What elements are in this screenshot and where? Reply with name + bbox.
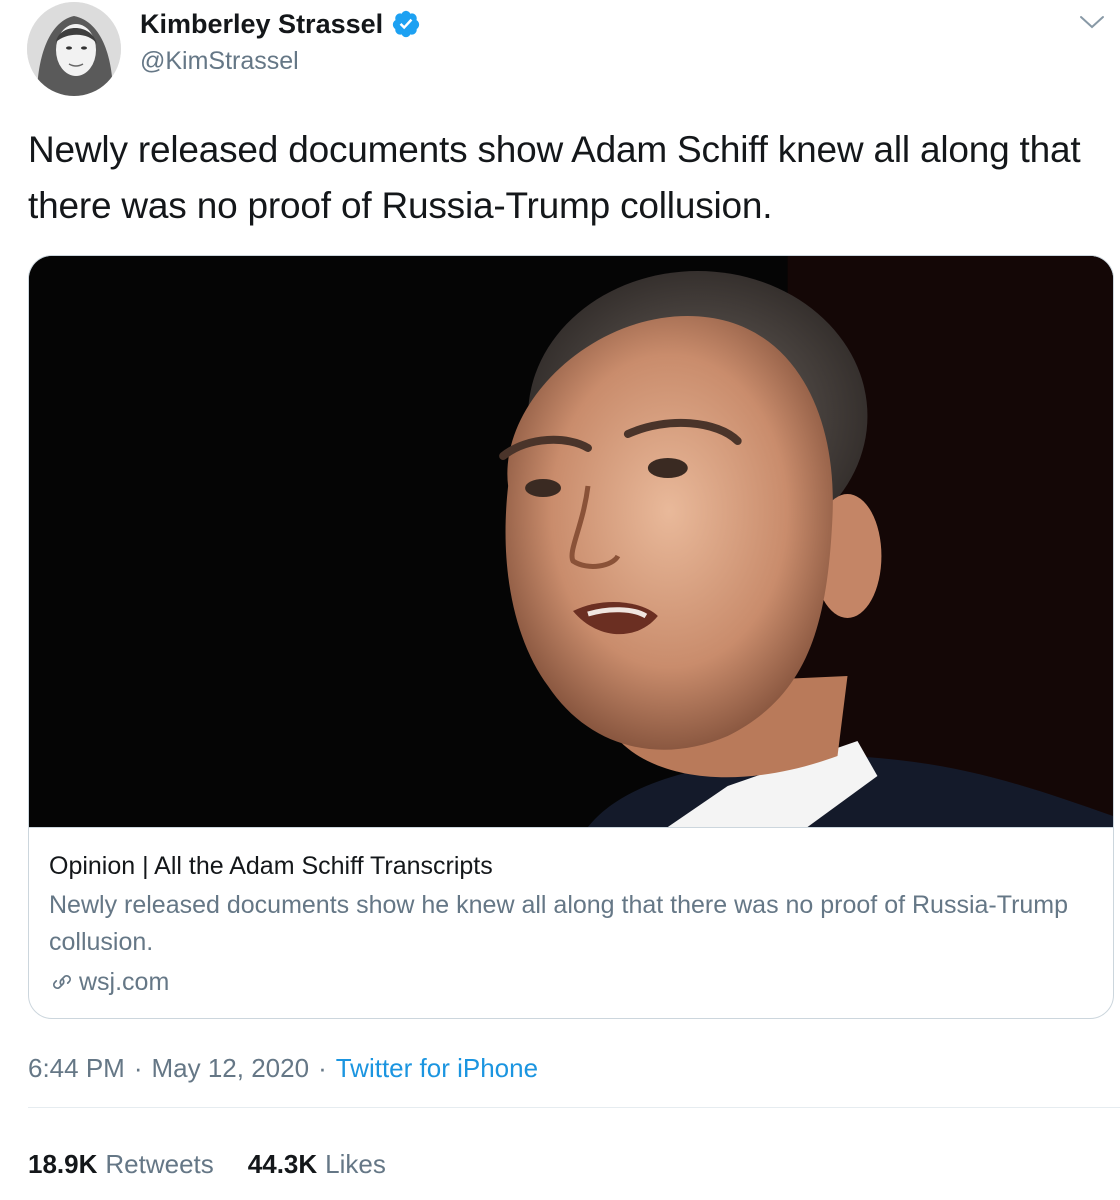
author-row: Kimberley Strassel — [140, 4, 421, 44]
link-preview-card[interactable]: Opinion | All the Adam Schiff Transcript… — [28, 255, 1114, 1019]
avatar[interactable] — [27, 2, 121, 96]
tweet-time[interactable]: 6:44 PM — [28, 1050, 125, 1086]
chevron-down-icon — [1080, 16, 1104, 29]
retweets-count: 18.9K — [28, 1149, 98, 1179]
likes-label: Likes — [325, 1149, 386, 1179]
likes-stat[interactable]: 44.3K Likes — [248, 1146, 386, 1182]
card-description: Newly released documents show he knew al… — [49, 891, 1069, 956]
retweets-stat[interactable]: 18.9K Retweets — [28, 1146, 214, 1182]
tweet-stats: 18.9K Retweets 44.3K Likes — [28, 1146, 386, 1182]
likes-count: 44.3K — [247, 1149, 318, 1179]
divider — [28, 1107, 1120, 1108]
verified-badge-icon — [393, 10, 420, 38]
tweet-meta: 6:44 PM · May 12, 2020 · Twitter for iPh… — [28, 1050, 538, 1086]
photo-icon — [29, 256, 1113, 827]
card-image[interactable] — [29, 256, 1113, 827]
tweet-source-link[interactable]: Twitter for iPhone — [336, 1050, 538, 1086]
card-domain-text: wsj.com — [79, 968, 170, 996]
tweet-text: Newly released documents show Adam Schif… — [28, 129, 1081, 226]
more-options-button[interactable] — [1074, 4, 1110, 40]
retweets-label: Retweets — [105, 1149, 214, 1179]
tweet-date[interactable]: May 12, 2020 — [152, 1050, 310, 1086]
card-domain: wsj.com — [49, 963, 1093, 1001]
meta-separator: · — [318, 1053, 327, 1083]
link-icon — [53, 974, 71, 990]
card-title[interactable]: Opinion | All the Adam Schiff Transcript… — [49, 848, 1093, 884]
card-body: Opinion | All the Adam Schiff Transcript… — [29, 827, 1113, 1001]
author-display-name[interactable]: Kimberley Strassel — [140, 4, 383, 44]
profile-photo-icon — [27, 2, 121, 96]
author-handle[interactable]: @KimStrassel — [140, 44, 299, 78]
meta-separator: · — [133, 1053, 143, 1083]
